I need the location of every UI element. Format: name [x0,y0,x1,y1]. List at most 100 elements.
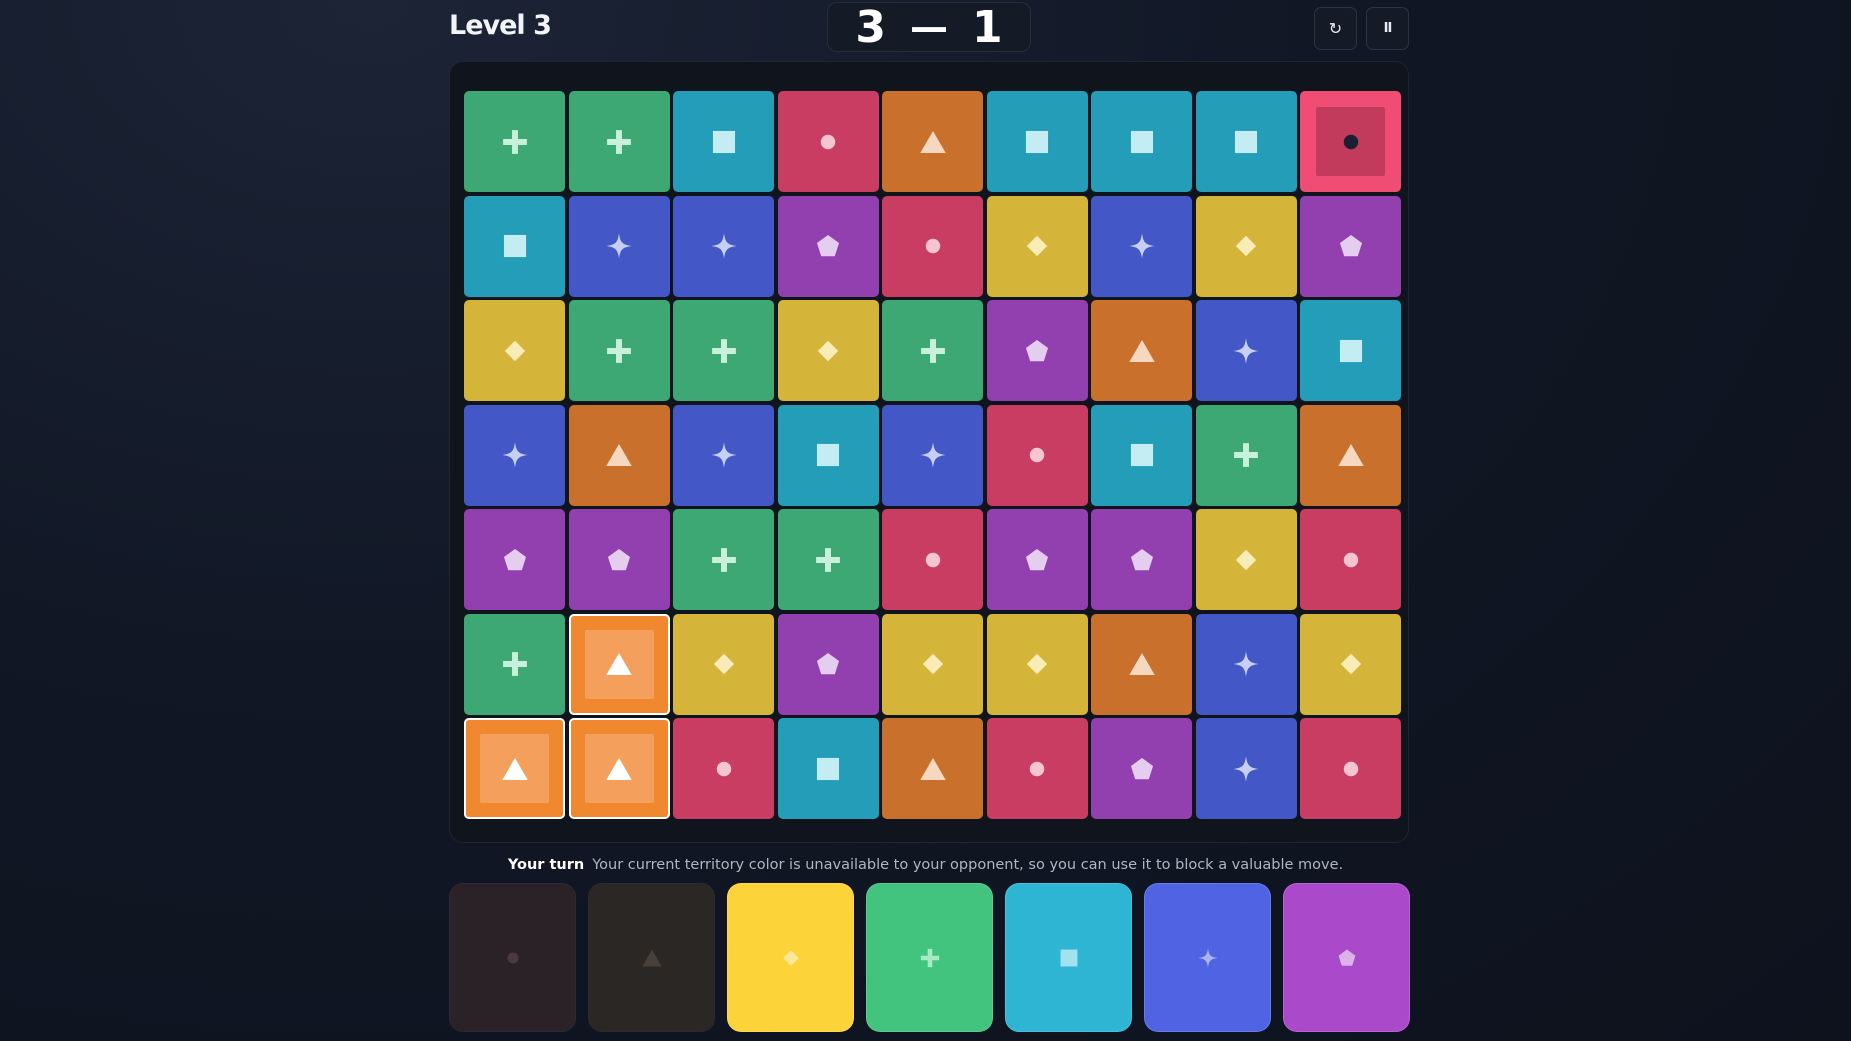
circle-icon [925,552,940,567]
circle-icon [1343,552,1358,567]
board-tile [1091,718,1192,819]
board-tile [777,404,879,506]
pentagon-icon [816,652,840,675]
triangle-icon [501,757,528,780]
circle-icon [1343,761,1358,776]
board-tile [986,195,1088,297]
board-tile [1091,195,1192,297]
color-button-purple[interactable] [1283,883,1410,1032]
square-icon [1234,130,1258,153]
square-icon [816,443,840,467]
circle-icon [506,951,519,964]
turn-label: Your turn [507,857,585,873]
player-territory-tile [568,718,670,819]
diamond-icon [1235,235,1257,257]
pentagon-icon [1339,234,1362,257]
circle-icon [1029,447,1045,463]
board-tile [777,718,879,819]
diamond-icon [1340,653,1361,675]
board-tile [777,195,879,297]
plus-icon [816,547,840,572]
opponent-territory-tile [1300,91,1401,192]
plus-icon [607,129,631,154]
board-tile [986,613,1088,715]
star-icon [1233,651,1259,677]
square-icon [1130,443,1153,467]
board-tile [1091,91,1192,192]
diamond-icon [817,340,839,361]
game-board [449,61,1409,843]
pentagon-icon [816,234,840,257]
triangle-icon [919,130,946,153]
board-tile [1300,509,1401,610]
plus-icon [920,338,945,363]
color-button-teal[interactable] [1005,883,1132,1032]
board-tile [1300,195,1401,297]
board-tile [777,509,879,610]
board-tile [882,195,983,297]
plus-icon [502,129,527,154]
board-tile [673,195,774,297]
scoreboard: 3 — 1 [827,2,1031,53]
pause-button[interactable]: II [1366,7,1409,50]
board-tile [986,509,1088,610]
star-icon [710,442,737,468]
board-tile [882,300,983,401]
board-tile [1195,509,1297,610]
circle-icon [716,761,731,776]
board-tile [777,300,879,401]
board-tile [1300,718,1401,819]
board-tile [464,404,565,506]
star-icon [1233,337,1259,364]
plus-icon [711,547,736,572]
color-button-green[interactable] [866,883,993,1032]
board-tile [882,91,983,192]
board-tile [1195,718,1297,819]
board-tile [673,404,774,506]
turn-message: Your current territory color is unavaila… [592,857,1344,873]
plus-icon [711,338,736,363]
board-tile [1091,300,1192,401]
board-tile [882,613,983,715]
board-tile [1195,195,1297,297]
restart-icon: ↻ [1328,19,1343,38]
board-tile [673,91,774,192]
board-tile [464,613,565,715]
color-button-yellow[interactable] [727,883,854,1032]
circle-icon [1343,134,1358,149]
square-icon [816,757,840,780]
pentagon-icon [1338,949,1355,966]
board-grid [464,91,1401,819]
board-tile [986,91,1088,192]
board-tile [673,509,774,610]
star-icon [710,233,737,259]
star-icon [1128,233,1155,259]
board-tile [1300,300,1401,401]
color-button-blue[interactable] [1144,883,1271,1032]
triangle-icon [606,652,632,676]
board-tile [986,718,1088,819]
score-separator: — [910,5,948,49]
diamond-icon [1026,653,1048,675]
star-icon [919,442,946,468]
player-territory-tile [568,613,670,715]
turn-status: Your turn Your current territory color is… [0,857,1851,873]
board-tile [673,718,774,819]
pentagon-icon [1130,548,1153,570]
board-tile [1300,404,1401,506]
restart-button[interactable]: ↻ [1314,7,1357,50]
board-tile [1195,404,1297,506]
board-tile [1195,300,1297,401]
plus-icon [607,338,631,363]
pentagon-icon [503,548,526,570]
triangle-icon [919,757,946,780]
diamond-icon [713,653,734,675]
board-tile [1195,613,1297,715]
board-tile [1300,613,1401,715]
diamond-icon [1235,549,1257,570]
square-icon [1025,130,1049,153]
board-tile [464,195,565,297]
star-icon [501,442,528,468]
diamond-icon [504,340,525,361]
color-button-pink [449,883,576,1032]
